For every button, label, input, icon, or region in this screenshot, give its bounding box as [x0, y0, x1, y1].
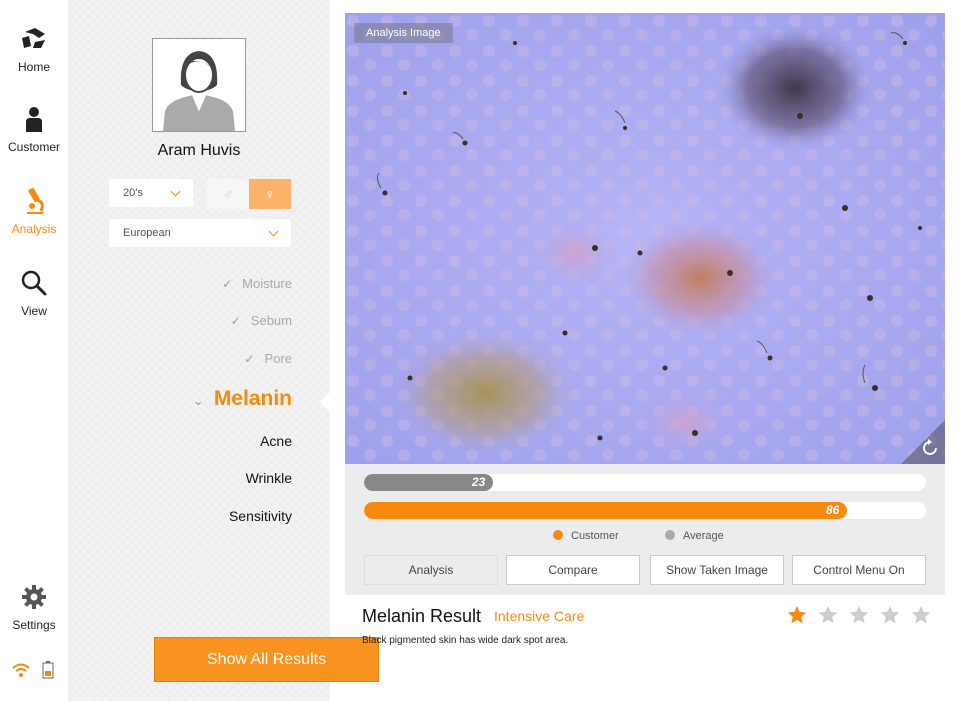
nav-home[interactable]: Home	[0, 24, 68, 74]
nav-analysis-label: Analysis	[11, 222, 57, 236]
age-group-select[interactable]: 20's	[109, 179, 193, 207]
customer-bar-fill: 86	[364, 502, 848, 519]
nav-view[interactable]: View	[0, 268, 68, 318]
param-label: Pore	[264, 351, 292, 366]
customer-name: Aram Huvis	[157, 142, 241, 159]
param-label: Moisture	[242, 276, 292, 291]
nav-settings[interactable]: Settings	[0, 582, 68, 632]
param-moisture[interactable]: ✓ Moisture	[222, 276, 292, 291]
legend-average: Average	[665, 530, 724, 542]
legend-average-label: Average	[683, 530, 724, 542]
star-icon	[787, 605, 807, 624]
customer-dot-icon	[553, 530, 563, 540]
star-icon	[911, 605, 931, 624]
chevron-check-icon: ⌄	[192, 393, 204, 408]
chevron-down-icon	[170, 186, 181, 197]
nav-customer[interactable]: Customer	[0, 104, 68, 154]
param-label: Wrinkle	[245, 470, 292, 486]
selection-pointer	[320, 392, 330, 412]
check-icon: ✓	[244, 352, 255, 366]
ethnicity-select[interactable]: European	[109, 219, 291, 247]
nav-home-label: Home	[17, 60, 50, 74]
gender-male-toggle[interactable]: ♂	[207, 179, 249, 209]
nav-settings-label: Settings	[12, 618, 56, 632]
average-dot-icon	[665, 530, 675, 540]
female-avatar-icon	[153, 39, 245, 131]
param-wrinkle[interactable]: Wrinkle	[246, 470, 292, 486]
nav-analysis[interactable]: Analysis	[0, 186, 68, 236]
param-melanin[interactable]: ⌄ Melanin	[193, 387, 292, 411]
star-icon	[880, 605, 900, 624]
analysis-card: Analysis Image 23 86 Customer Average An…	[345, 13, 945, 595]
result-level: Intensive Care	[494, 608, 585, 624]
show-taken-image-button[interactable]: Show Taken Image	[650, 555, 784, 585]
check-icon: ✓	[222, 277, 233, 291]
param-pore[interactable]: ✓ Pore	[244, 351, 292, 366]
person-icon	[26, 107, 42, 132]
search-icon	[21, 270, 47, 296]
gender-female-toggle[interactable]: ♀	[249, 179, 291, 209]
rating-stars	[786, 604, 941, 631]
param-label: Sensitivity	[228, 508, 292, 524]
result-title: Melanin Result	[362, 606, 482, 626]
param-label: Acne	[260, 433, 292, 449]
chevron-down-icon	[268, 226, 279, 237]
analysis-button[interactable]: Analysis	[364, 555, 498, 585]
customer-value: 86	[825, 503, 840, 517]
main-navigation: Home Customer Analysis View Settings	[0, 0, 68, 701]
home-logo-icon	[22, 28, 45, 48]
average-value: 23	[471, 475, 486, 489]
customer-bar: 86	[364, 502, 926, 519]
check-icon: ✓	[230, 314, 241, 328]
star-icon	[849, 605, 869, 624]
param-sebum[interactable]: ✓ Sebum	[231, 313, 292, 328]
wifi-icon	[12, 663, 30, 677]
female-symbol-icon: ♀	[264, 186, 276, 202]
male-symbol-icon: ♂	[222, 186, 234, 202]
nav-customer-label: Customer	[7, 140, 60, 154]
legend-customer-label: Customer	[571, 530, 619, 542]
param-acne[interactable]: Acne	[260, 433, 292, 449]
average-bar-fill: 23	[364, 474, 494, 491]
gear-icon	[22, 585, 46, 609]
skin-image	[345, 13, 945, 464]
analysis-image-label: Analysis Image	[354, 23, 453, 43]
age-group-value: 20's	[123, 187, 143, 199]
average-bar: 23	[364, 474, 926, 491]
profile-panel: Aram Huvis 20's ♂ ♀ European ✓ Moisture ✓…	[68, 0, 379, 701]
legend-customer: Customer	[553, 530, 619, 542]
show-all-results-button[interactable]: Show All Results	[154, 637, 379, 682]
rotate-icon[interactable]	[901, 420, 945, 464]
param-label: Sebum	[250, 313, 292, 328]
control-menu-button[interactable]: Control Menu On	[792, 555, 926, 585]
battery-icon	[42, 661, 54, 679]
analysis-image[interactable]: Analysis Image	[345, 13, 945, 464]
compare-button[interactable]: Compare	[506, 555, 640, 585]
result-description: Black pigmented skin has wide dark spot …	[362, 635, 569, 646]
nav-view-label: View	[21, 304, 47, 318]
avatar[interactable]	[152, 38, 246, 132]
param-sensitivity[interactable]: Sensitivity	[229, 508, 292, 524]
microscope-icon	[27, 187, 44, 214]
ethnicity-value: European	[123, 227, 171, 239]
param-label: Melanin	[213, 387, 292, 410]
star-icon	[818, 605, 838, 624]
